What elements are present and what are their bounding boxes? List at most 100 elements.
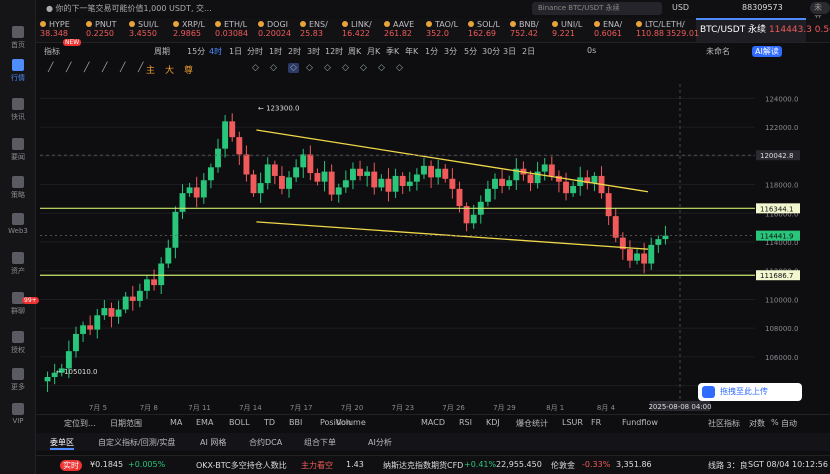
candle-body <box>243 154 250 175</box>
chart-option[interactable]: 社区指标 <box>708 418 740 429</box>
candle-body <box>300 154 307 168</box>
candle-body <box>108 308 115 317</box>
news-tag: 主力看空 <box>301 461 333 470</box>
y-tick-label: 122000.0 <box>765 124 798 132</box>
candle-body <box>548 164 555 176</box>
candle-body <box>271 164 278 176</box>
nasdaq-change: +0.41% <box>464 460 497 469</box>
panel-tab[interactable]: AI分析 <box>368 437 392 448</box>
candle-body <box>229 121 236 138</box>
candle-body <box>186 187 193 194</box>
chart-option[interactable]: 对数 <box>749 418 765 429</box>
candle-body <box>570 185 577 194</box>
candle-body <box>499 178 506 186</box>
date-range-button[interactable]: 日期范围 <box>110 418 142 429</box>
indicator-toggle[interactable]: BOLL <box>229 418 250 427</box>
candle-body <box>286 177 292 189</box>
panel-tab[interactable]: AI 网格 <box>200 437 226 448</box>
x-tick-label: 7月 11 <box>188 404 211 412</box>
upload-drop-zone[interactable]: 拖拽至此上传 <box>698 383 802 401</box>
candle-body <box>278 175 285 189</box>
indicator-toggle[interactable]: LSUR <box>562 418 583 427</box>
candle-body <box>641 253 648 264</box>
y-tick-label: 118000.0 <box>765 182 798 190</box>
candle-body <box>264 164 271 184</box>
candle-body <box>378 178 385 188</box>
x-tick-label: 7月 23 <box>392 404 415 412</box>
locate-button[interactable]: 定位到... <box>64 418 96 429</box>
candle-body <box>492 178 498 189</box>
indicator-toggle[interactable]: EMA <box>196 418 213 427</box>
candle-body <box>158 263 165 286</box>
panel-tab[interactable]: 自定义指标/回测/实盘 <box>98 437 175 448</box>
chart-option[interactable]: % <box>771 418 779 427</box>
status-bar: 实时 ¥0.1845 +0.005% OKX-BTC多空持仓人数比 主力看空 1… <box>36 455 830 474</box>
price-level-label: 114441.9 <box>760 233 793 241</box>
candle-body <box>80 325 87 334</box>
candle-body <box>44 377 51 382</box>
candle-body <box>371 171 378 188</box>
upload-icon <box>702 386 715 398</box>
candle-body <box>321 171 328 182</box>
crosshair-date-label: 2025-08-08 04:00 <box>648 403 711 411</box>
candle-body <box>385 178 392 192</box>
indicator-toggle[interactable]: KDJ <box>486 418 500 427</box>
price-level-label: 120042.8 <box>760 152 793 160</box>
candle-body <box>428 165 435 178</box>
gold-change: -0.33% <box>582 460 611 469</box>
candle-body <box>101 308 108 316</box>
candle-body <box>357 168 364 176</box>
candle-body <box>563 181 569 194</box>
nasdaq-value: 22,955.450 <box>496 460 542 469</box>
indicator-toggle[interactable]: MACD <box>421 418 445 427</box>
x-tick-label: 7月 20 <box>341 404 364 412</box>
candle-body <box>94 315 101 330</box>
candle-body <box>655 239 662 245</box>
news-ticker[interactable]: OKX-BTC多空持仓人数比 <box>196 460 287 471</box>
candle-body <box>648 244 655 264</box>
candle-body <box>122 296 129 310</box>
candle-body <box>612 216 619 238</box>
price-level-label: 116344.1 <box>760 205 793 213</box>
candle-body <box>349 168 356 181</box>
candle-body <box>222 121 229 149</box>
x-tick-label: 7月 14 <box>239 404 262 412</box>
indicator-toggle[interactable]: TD <box>264 418 275 427</box>
candle-body <box>392 175 399 192</box>
candle-body <box>236 137 243 155</box>
x-tick-label: 7月 26 <box>442 404 465 412</box>
candle-body <box>144 279 150 291</box>
candle-body <box>129 296 136 301</box>
ratio-value: 1.43 <box>346 460 364 469</box>
chart-option[interactable]: 自动 <box>781 418 797 429</box>
x-tick-label: 7月 17 <box>290 404 313 412</box>
panel-tab[interactable]: 组合下单 <box>304 437 336 448</box>
coin-change: +0.005% <box>128 460 166 469</box>
candle-body <box>87 325 94 330</box>
candle-body <box>151 279 158 286</box>
indicator-toggle[interactable]: 爆仓统计 <box>516 418 548 429</box>
x-tick-label: 7月 8 <box>140 404 158 412</box>
x-tick-label: 8月 1 <box>546 404 564 412</box>
candle-body <box>200 180 207 198</box>
panel-tabs: 委单区 自定义指标/回测/实盘 AI 网格 合约DCA 组合下单 AI分析 <box>36 433 830 451</box>
y-tick-label: 108000.0 <box>765 325 798 333</box>
panel-tab[interactable]: 合约DCA <box>249 437 282 448</box>
indicator-toggle[interactable]: Fundflow <box>622 418 658 427</box>
candle-body <box>293 167 300 178</box>
indicator-toggle[interactable]: Volume <box>336 418 366 427</box>
gold-value: 3,351.86 <box>616 460 652 469</box>
live-badge: 实时 <box>60 460 82 471</box>
indicator-toggle[interactable]: FR <box>591 418 601 427</box>
gold-label: 伦敦金 <box>551 461 575 470</box>
price-chart[interactable]: 124000.0122000.0120000.0118000.0116000.0… <box>0 0 830 474</box>
candle-body <box>421 165 427 175</box>
coin-value: ¥0.1845 <box>90 460 124 469</box>
indicator-toggle[interactable]: MA <box>170 418 182 427</box>
panel-tab[interactable]: 委单区 <box>50 437 74 450</box>
upload-label: 拖拽至此上传 <box>720 387 768 396</box>
indicator-bar: 定位到... 日期范围 MA EMA BOLL TD BBI Position Volume MA… <box>36 414 830 431</box>
candle-body <box>506 180 513 186</box>
indicator-toggle[interactable]: RSI <box>459 418 472 427</box>
indicator-toggle[interactable]: BBI <box>289 418 302 427</box>
